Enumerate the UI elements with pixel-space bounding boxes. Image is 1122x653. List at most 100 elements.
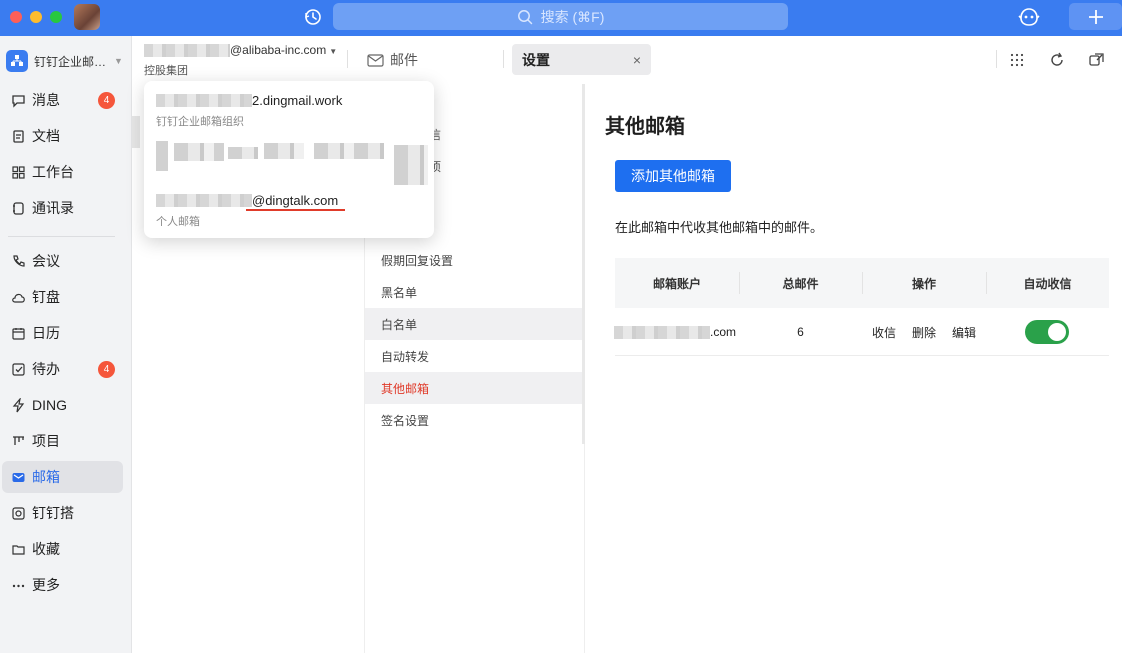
new-window-icon[interactable] [1088, 51, 1106, 69]
sidebar-item-dingda[interactable]: 钉钉搭 [2, 497, 123, 529]
sidebar-item-label: 消息 [32, 92, 60, 108]
account-option-dingtalk[interactable]: @dingtalk.com [156, 193, 338, 208]
sidebar-item-workbench[interactable]: 工作台 [2, 156, 123, 188]
account-org: 控股集团 [144, 65, 188, 77]
total-mail-cell: 6 [797, 325, 804, 339]
sidebar-item-project[interactable]: 项目 [2, 425, 123, 457]
caret-down-icon: ▼ [114, 56, 123, 66]
sidebar-item-label: 钉盘 [32, 289, 60, 305]
header-divider [347, 50, 348, 68]
redacted-text [314, 143, 384, 159]
account-option-dingmail[interactable]: 2.dingmail.work [156, 93, 342, 108]
sidebar: 钉钉企业邮… ▼ 消息 4 文档 工作台 通讯录 会议 钉盘 日历 待办 4 D… [0, 36, 132, 653]
close-tab-icon[interactable]: × [633, 52, 641, 68]
actions-cell: 收信 删除 编辑 [862, 308, 986, 356]
account-address: 2.dingmail.work [252, 93, 343, 108]
sidebar-item-label: 通讯录 [32, 200, 74, 216]
sidebar-item-label: 待办 [32, 361, 60, 377]
todo-badge: 4 [98, 361, 115, 378]
header-divider [996, 50, 997, 68]
account-suffix: .com [709, 325, 736, 339]
account-dropdown: 2.dingmail.work 钉钉企业邮箱组织 @dingtalk.com 个… [144, 81, 434, 238]
chat-bubble-icon [10, 92, 26, 108]
history-icon[interactable] [303, 7, 323, 27]
phone-icon [10, 253, 26, 269]
sidebar-item-label: 会议 [32, 253, 60, 269]
column-header-account: 邮箱账户 [652, 276, 701, 291]
org-logo-icon [6, 50, 28, 72]
unread-badge: 4 [98, 92, 115, 109]
header-divider [503, 50, 504, 68]
lightning-icon [10, 397, 26, 413]
settings-item-whitelist[interactable]: 白名单 [365, 308, 582, 340]
sidebar-item-docs[interactable]: 文档 [2, 120, 123, 152]
close-window-button[interactable] [10, 11, 22, 23]
table-header: 邮箱账户 总邮件 操作 自动收信 [615, 258, 1109, 308]
org-switcher[interactable]: 钉钉企业邮… ▼ [6, 50, 123, 72]
calendar-icon [10, 325, 26, 341]
account-type-label: 钉钉企业邮箱组织 [156, 116, 244, 128]
auto-receive-toggle[interactable] [1025, 320, 1069, 344]
sidebar-item-label: 日历 [32, 325, 60, 341]
minimize-window-button[interactable] [30, 11, 42, 23]
caret-down-icon: ▼ [329, 47, 338, 56]
redacted-text [156, 94, 252, 107]
contacts-icon [10, 200, 26, 216]
envelope-icon [367, 53, 384, 67]
tab-settings[interactable]: 设置 × [512, 44, 651, 75]
sidebar-item-meeting[interactable]: 会议 [2, 245, 123, 277]
maximize-window-button[interactable] [50, 11, 62, 23]
add-other-mailbox-button[interactable]: 添加其他邮箱 [615, 160, 731, 192]
sidebar-item-label: 项目 [32, 433, 60, 449]
mail-icon [10, 469, 26, 485]
column-header-auto-receive: 自动收信 [1023, 276, 1072, 291]
sidebar-item-favorites[interactable]: 收藏 [2, 533, 123, 565]
account-suffix: @alibaba-inc.com [230, 43, 327, 57]
description-text: 在此邮箱中代收其他邮箱中的邮件。 [615, 220, 824, 235]
sidebar-item-label: 钉钉搭 [32, 505, 74, 521]
sidebar-item-label: 工作台 [32, 164, 74, 180]
receive-mail-link[interactable]: 收信 [872, 324, 896, 341]
sidebar-item-label: DING [32, 397, 67, 413]
sidebar-item-drive[interactable]: 钉盘 [2, 281, 123, 313]
page-title: 其他邮箱 [605, 116, 685, 138]
account-address: @dingtalk.com [252, 193, 339, 208]
settings-item-vacation-reply[interactable]: 假期回复设置 [365, 244, 582, 276]
app-grid-icon[interactable] [1008, 51, 1026, 69]
settings-item-auto-forward[interactable]: 自动转发 [365, 340, 582, 372]
column-header-total: 总邮件 [782, 276, 819, 291]
refresh-icon[interactable] [1048, 51, 1066, 69]
create-new-button[interactable] [1069, 3, 1122, 30]
sidebar-item-calendar[interactable]: 日历 [2, 317, 123, 349]
search-icon [517, 9, 532, 24]
table-row: .com 6 收信 删除 编辑 [613, 308, 1109, 356]
sidebar-item-label: 文档 [32, 128, 60, 144]
sidebar-item-more[interactable]: 更多 [2, 569, 123, 601]
other-mailboxes-panel: 其他邮箱 添加其他邮箱 在此邮箱中代收其他邮箱中的邮件。 邮箱账户 总邮件 操作… [585, 84, 1122, 653]
user-avatar[interactable] [74, 4, 100, 30]
highlight-underline [246, 209, 345, 211]
search-input[interactable]: 搜索 (⌘F) [333, 3, 788, 30]
search-placeholder: 搜索 (⌘F) [540, 8, 605, 25]
settings-item-signature[interactable]: 签名设置 [365, 404, 582, 436]
settings-item-other-mailboxes[interactable]: 其他邮箱 [365, 372, 582, 404]
sidebar-item-label: 收藏 [32, 541, 60, 557]
redacted-text [264, 143, 304, 159]
redacted-text [394, 145, 428, 185]
edit-link[interactable]: 编辑 [952, 324, 976, 341]
sidebar-item-mail[interactable]: 邮箱 [2, 461, 123, 493]
redacted-text [174, 143, 224, 161]
ai-assistant-icon[interactable] [1017, 6, 1041, 28]
settings-item-blacklist[interactable]: 黑名单 [365, 276, 582, 308]
tab-label: 邮件 [390, 52, 418, 68]
cloud-drive-icon [10, 289, 26, 305]
builder-icon [10, 505, 26, 521]
sidebar-divider [8, 236, 115, 237]
tab-mail[interactable]: 邮件 [367, 50, 418, 70]
delete-link[interactable]: 删除 [912, 324, 936, 341]
org-name: 钉钉企业邮… [34, 54, 107, 69]
account-switcher[interactable]: @alibaba-inc.com ▼ [144, 43, 338, 58]
sidebar-item-ding[interactable]: DING [2, 389, 123, 421]
redacted-text [228, 147, 258, 159]
sidebar-item-contacts[interactable]: 通讯录 [2, 192, 123, 224]
